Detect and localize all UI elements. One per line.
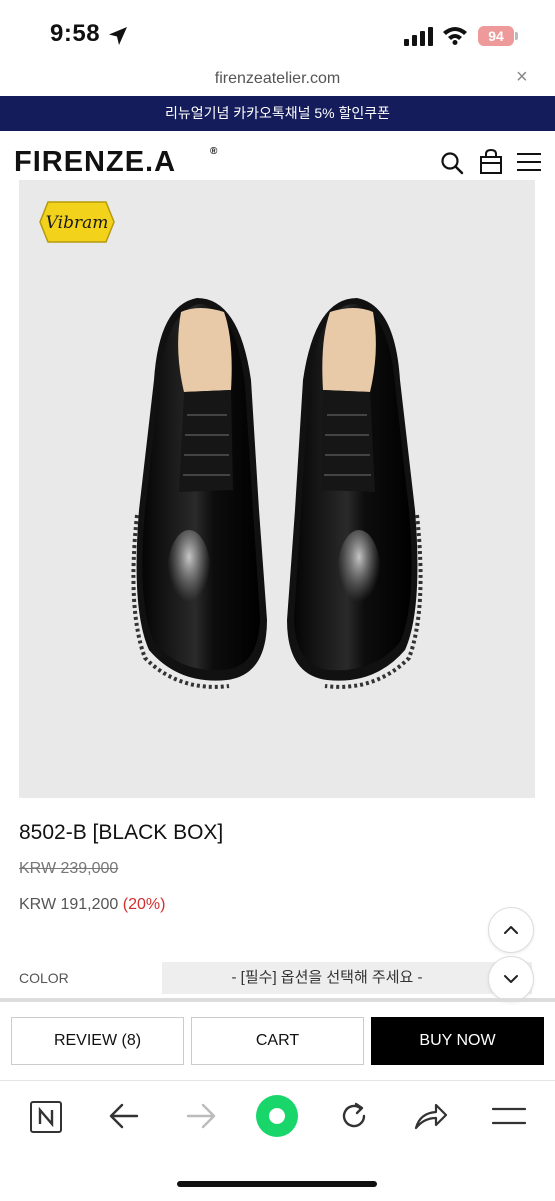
menu-icon[interactable] [517,152,541,172]
refresh-icon[interactable] [338,1100,370,1132]
discount-rate: (20%) [122,896,166,913]
divider [0,998,555,1002]
hamburger-menu-icon[interactable] [492,1106,526,1126]
naver-n-icon[interactable] [30,1101,62,1133]
url-text[interactable]: firenzeatelier.com [0,70,555,88]
chevron-down-icon [504,975,518,983]
location-arrow-icon [109,27,127,45]
shopping-bag-icon[interactable] [479,149,503,175]
close-icon[interactable]: × [516,66,528,89]
buy-now-button[interactable]: BUY NOW [371,1017,544,1065]
cart-button[interactable]: CART [191,1017,364,1065]
product-image[interactable] [19,180,535,798]
wifi-icon [443,27,467,45]
cellular-signal-icon [404,27,433,46]
sale-price-value: KRW 191,200 [19,896,119,913]
share-icon[interactable] [414,1101,448,1131]
color-label: COLOR [19,970,69,986]
right-shoe [287,298,423,689]
back-arrow-icon[interactable] [108,1102,140,1130]
original-price: KRW 239,000 [19,860,119,877]
scroll-top-button[interactable] [488,907,534,953]
promo-banner[interactable]: 리뉴얼기념 카카오톡채널 5% 할인쿠폰 [0,96,555,131]
status-time: 9:58 [50,20,101,47]
site-logo[interactable]: FIRENZE.A [14,146,176,179]
registered-mark: ® [210,146,218,157]
battery-level: 94 [488,28,504,44]
battery-nub [515,32,518,40]
battery-icon: 94 [478,26,514,46]
home-indicator[interactable] [177,1181,377,1187]
shoes-photo [131,298,423,689]
product-name: 8502-B [BLACK BOX] [19,821,224,844]
search-icon[interactable] [440,151,464,175]
vibram-badge: Vibram [39,201,115,243]
chevron-up-icon [504,926,518,934]
scroll-bottom-button[interactable] [488,956,534,1002]
naver-green-dot-icon[interactable] [256,1095,298,1137]
review-button[interactable]: REVIEW (8) [11,1017,184,1065]
color-option-select[interactable]: - [필수] 옵션을 선택해 주세요 - [162,962,532,994]
forward-arrow-icon[interactable] [185,1102,217,1130]
promo-text[interactable]: 리뉴얼기념 카카오톡채널 5% 할인쿠폰 [0,96,555,131]
option-placeholder[interactable]: - [필수] 옵션을 선택해 주세요 - [162,962,492,994]
vibram-badge-text: Vibram [46,213,109,233]
url-bar[interactable]: firenzeatelier.com × [0,62,555,96]
left-shoe [131,298,267,689]
sale-price: KRW 191,200 (20%) [19,896,165,914]
